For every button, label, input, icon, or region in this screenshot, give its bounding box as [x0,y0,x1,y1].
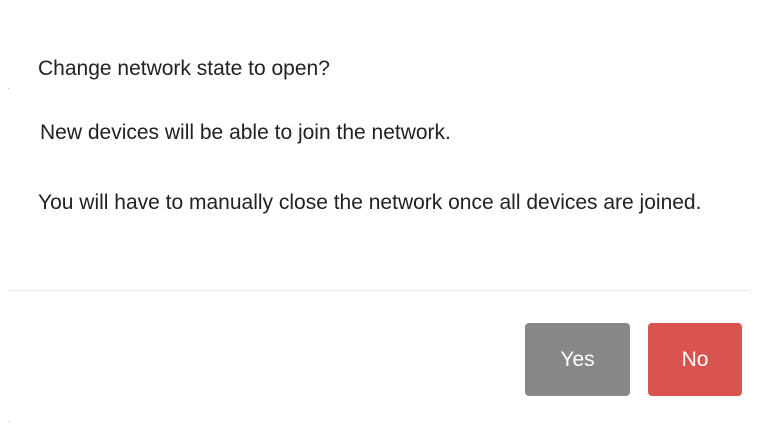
decorative-dot [8,421,9,422]
dialog-info-text: New devices will be able to join the net… [40,121,451,144]
no-button[interactable]: No [648,323,742,396]
dialog-note-text: You will have to manually close the netw… [38,191,702,214]
yes-button[interactable]: Yes [525,323,630,396]
confirm-dialog: Change network state to open? New device… [0,0,759,428]
dialog-footer: Yes No [525,323,742,396]
decorative-dot [8,88,9,89]
dialog-question: Change network state to open? [38,57,330,80]
footer-divider [10,290,749,291]
